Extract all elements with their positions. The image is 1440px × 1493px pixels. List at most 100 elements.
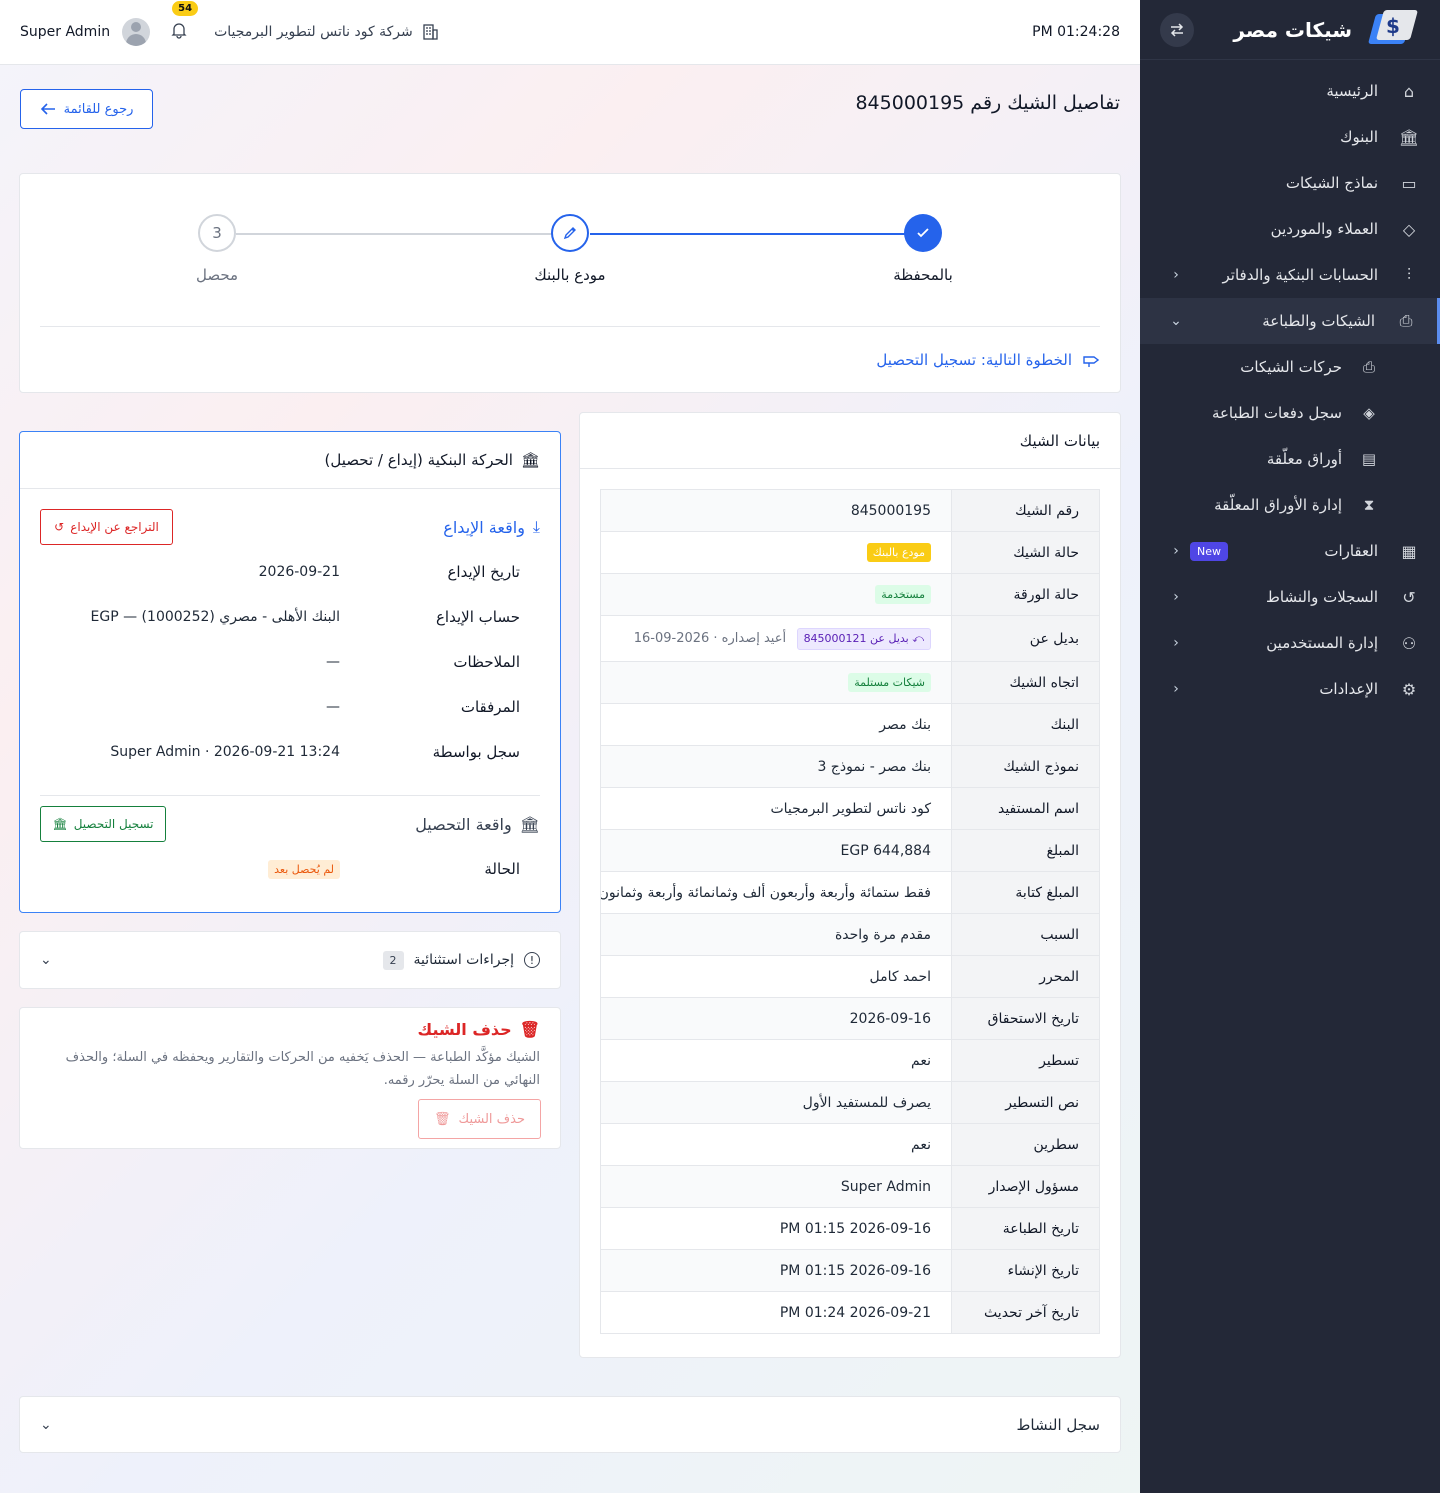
row-label: تاريخ الاستحقاق	[951, 997, 1100, 1040]
sidebar-item-label: الحسابات البنكية والدفاتر	[1222, 266, 1378, 284]
bank-icon: 🏛	[520, 451, 540, 469]
user-name[interactable]: Super Admin	[20, 24, 110, 40]
sidebar-item-label: نماذج الشيكات	[1285, 174, 1378, 192]
sidebar-item-users[interactable]: ⚇ إدارة المستخدمين ‹	[1140, 620, 1440, 666]
status-badge: مودع بالبنك	[866, 543, 931, 562]
sidebar-item-label: البنوك	[1340, 128, 1378, 146]
sidebar-item-label: الرئيسية	[1326, 82, 1378, 100]
trash-icon: 🗑	[519, 1020, 540, 1039]
back-to-list-button[interactable]: رجوع للقائمة	[20, 89, 153, 129]
step-connector-done	[590, 233, 924, 235]
table-row: اتجاه الشيك شيكات مستلمة	[600, 661, 1100, 704]
sidebar-subitem-manage-pending[interactable]: ⧗ إدارة الأوراق المعلّقة	[1140, 482, 1440, 528]
row-value: يصرف للمستفيد الأول	[600, 1081, 952, 1124]
card-header: 🏛 الحركة البنكية (إيداع / تحصيل)	[20, 432, 560, 489]
sidebar-item-real-estate[interactable]: ▦ العقارات New ‹	[1140, 528, 1440, 574]
step-label: محصل	[195, 266, 239, 284]
row-value: نعم	[600, 1123, 952, 1166]
table-row: نموذج الشيك بنك مصر - نموذج 3	[600, 745, 1100, 788]
divider	[40, 795, 540, 796]
row-value: Super Admin	[600, 1165, 952, 1208]
alert-icon: !	[524, 952, 540, 968]
notifications-button[interactable]: 54	[170, 1, 199, 43]
table-row: سطرين نعم	[600, 1123, 1100, 1166]
row-label: تاريخ الإنشاء	[951, 1249, 1100, 1292]
step-number: 3	[212, 224, 222, 242]
sliders-icon: ⫶	[1406, 265, 1411, 284]
step-connector-pending	[236, 233, 570, 235]
sidebar-item-logs[interactable]: ↺ السجلات والنشاط ‹	[1140, 574, 1440, 620]
pencil-icon	[563, 227, 576, 240]
card-title: بيانات الشيك	[580, 413, 1120, 469]
row-value: Super Admin · 2026-09-21 13:24	[110, 744, 340, 760]
sidebar-item-bank-accounts[interactable]: ⫶ الحسابات البنكية والدفاتر ‹	[1140, 252, 1440, 298]
row-label: المحرر	[951, 955, 1100, 998]
swap-icon	[1170, 22, 1184, 37]
layers-icon: ◈	[1363, 404, 1375, 422]
next-step-label: الخطوة التالية: تسجيل التحصيل	[876, 351, 1072, 369]
row-label: نص التسطير	[951, 1081, 1100, 1124]
check-data-card: بيانات الشيك رقم الشيك 845000195 حالة الش…	[579, 412, 1121, 1358]
undo-deposit-button[interactable]: التراجع عن الإيداع ↺	[40, 509, 173, 545]
collection-section-title: 🏛 واقعة التحصيل	[415, 815, 540, 834]
row-label: سطرين	[951, 1123, 1100, 1166]
deposit-title-label: واقعة الإيداع	[443, 517, 525, 537]
row-value: ⤺ بديل عن 845000121 أعيد إصداره · 2026-0…	[600, 615, 952, 662]
sidebar-item-clients[interactable]: ◇ العملاء والموردين	[1140, 206, 1440, 252]
reissue-icon: ⤺	[912, 631, 924, 645]
sidebar-item-banks[interactable]: 🏛 البنوك	[1140, 114, 1440, 160]
exceptional-actions-panel[interactable]: ! إجراءات استثنائية 2 ⌄	[19, 931, 561, 989]
row-value: —	[326, 654, 340, 670]
collect-label: تسجيل التحصيل	[73, 817, 154, 831]
row-label: نموذج الشيك	[951, 745, 1100, 788]
sidebar-subitem-label: حركات الشيكات	[1240, 358, 1342, 376]
chevron-down-icon[interactable]: ⌄	[40, 952, 52, 968]
sidebar-toggle-button[interactable]	[1160, 12, 1194, 47]
replacement-link[interactable]: ⤺ بديل عن 845000121	[796, 627, 931, 650]
history-icon: ↺	[1402, 587, 1416, 607]
sidebar-nav: ⌂ الرئيسية 🏛 البنوك ▭ نماذج الشيكات ◇ ال…	[1140, 60, 1440, 712]
sidebar-subitem-label: إدارة الأوراق المعلّقة	[1214, 496, 1342, 514]
avatar[interactable]	[122, 18, 151, 46]
sidebar-item-checks-printing[interactable]: ⎙ الشيكات والطباعة ⌄	[1140, 298, 1440, 344]
bank-movement-card: 🏛 الحركة البنكية (إيداع / تحصيل) ⤓ واقعة…	[19, 431, 561, 913]
table-row: اسم المستفيد كود ناتس لتطوير البرمجيات	[600, 787, 1100, 830]
sidebar-item-label: العقارات	[1324, 542, 1378, 560]
chevron-left-icon: ‹	[1173, 681, 1179, 697]
file-icon: ▤	[1361, 450, 1377, 468]
delete-check-button[interactable]: حذف الشيك 🗑	[418, 1099, 541, 1139]
row-label: تاريخ آخر تحديث	[951, 1291, 1100, 1334]
chevron-left-icon: ‹	[1173, 267, 1179, 283]
step-current	[551, 214, 589, 252]
sidebar-item-label: إدارة المستخدمين	[1266, 634, 1378, 652]
download-icon: ⤓	[532, 517, 540, 536]
template-link[interactable]: بنك مصر - نموذج 3	[600, 745, 952, 788]
sidebar-subitem-pending-papers[interactable]: ▤ أوراق معلّقة	[1140, 436, 1440, 482]
new-badge: New	[1190, 541, 1228, 561]
next-step-link[interactable]: الخطوة التالية: تسجيل التحصيل	[876, 351, 1100, 369]
row-label: اسم المستفيد	[951, 787, 1100, 830]
deposit-section-title: ⤓ واقعة الإيداع	[443, 517, 540, 537]
sidebar-item-settings[interactable]: ⚙ الإعدادات ‹	[1140, 666, 1440, 712]
table-row: تاريخ الطباعة PM 01:15 2026-09-16	[600, 1207, 1100, 1250]
chevron-left-icon: ‹	[1173, 589, 1179, 605]
row-label: رقم الشيك	[951, 489, 1100, 532]
step-pending: 3	[198, 214, 236, 252]
sidebar-item-check-templates[interactable]: ▭ نماذج الشيكات	[1140, 160, 1440, 206]
bank-link[interactable]: بنك مصر	[600, 703, 952, 746]
sidebar-item-home[interactable]: ⌂ الرئيسية	[1140, 68, 1440, 114]
sidebar-subitem-print-batches[interactable]: ◈ سجل دفعات الطباعة	[1140, 390, 1440, 436]
row-label: اتجاه الشيك	[951, 661, 1100, 704]
row-value: PM 01:15 2026-09-16	[600, 1249, 952, 1292]
register-collection-button[interactable]: تسجيل التحصيل 🏛	[40, 806, 166, 842]
sidebar-subitem-check-movements[interactable]: ⎙ حركات الشيكات	[1140, 344, 1440, 390]
company-selector[interactable]: شركة كود ناتس لتطوير البرمجيات	[214, 23, 439, 41]
row-value: شيكات مستلمة	[600, 661, 952, 704]
step-label: بالمحفظة	[893, 266, 953, 284]
check-data-table: رقم الشيك 845000195 حالة الشيك مودع بالبنك…	[600, 489, 1100, 1334]
chevron-down-icon[interactable]: ⌄	[40, 1417, 52, 1433]
row-value: مودع بالبنك	[600, 531, 952, 574]
activity-log-panel[interactable]: سجل النشاط ⌄	[19, 1396, 1121, 1453]
row-label: البنك	[951, 703, 1100, 746]
table-row: حالة الشيك مودع بالبنك	[600, 531, 1100, 574]
